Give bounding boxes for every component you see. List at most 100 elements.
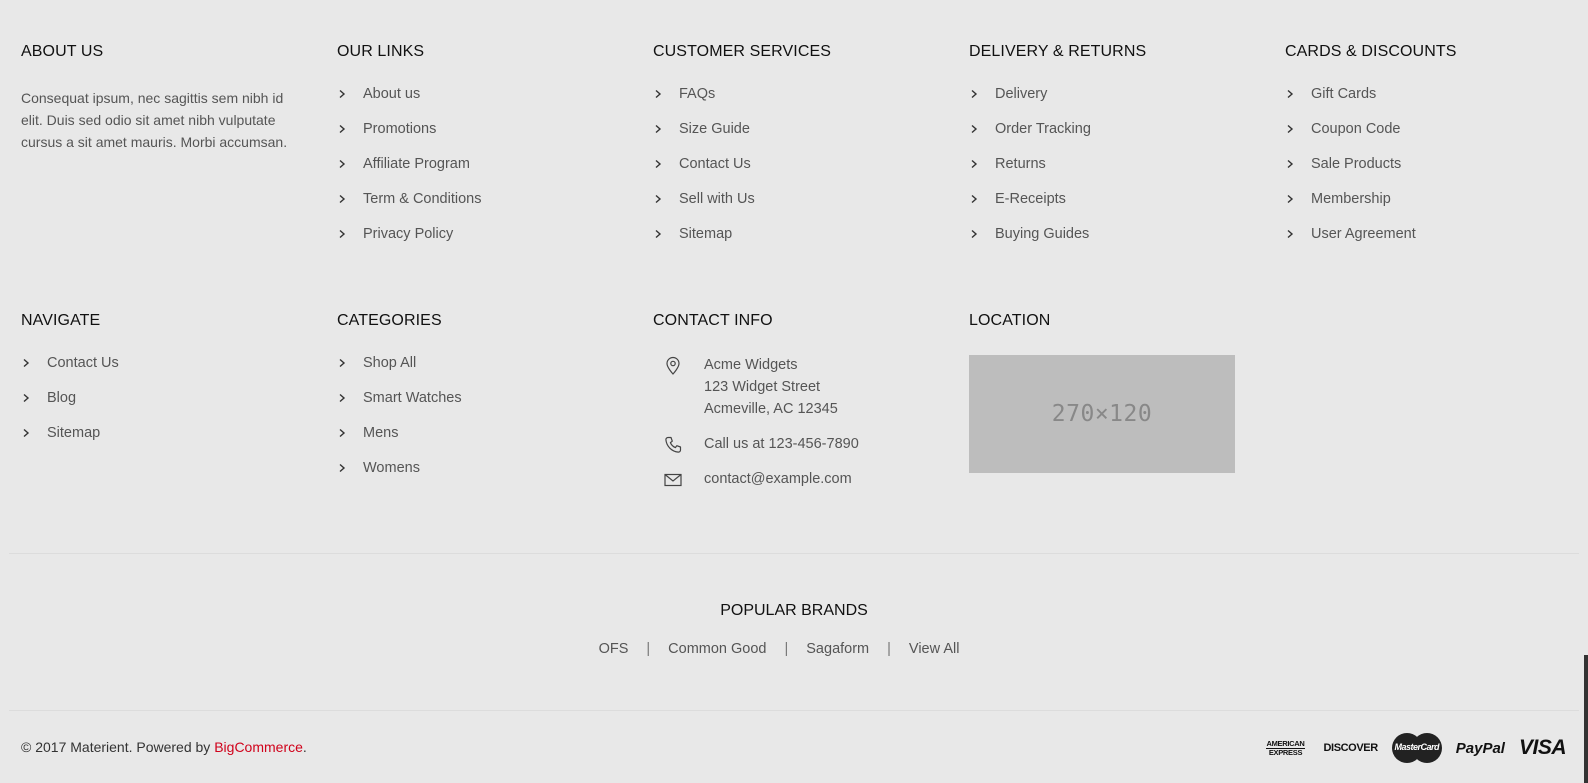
navigate-heading: NAVIGATE (21, 312, 101, 329)
categories-heading: CATEGORIES (337, 312, 442, 329)
chevron-right-icon (339, 358, 346, 368)
chevron-right-icon (1287, 194, 1294, 204)
brand-separator: | (887, 641, 891, 657)
link-sell-with-us[interactable]: Sell with Us (653, 190, 953, 225)
contact-info-section: CONTACT INFO Acme Widgets 123 Widget Str… (653, 311, 953, 490)
link-e-receipts[interactable]: E-Receipts (969, 190, 1269, 225)
link-faqs[interactable]: FAQs (653, 85, 953, 120)
navigate-section: NAVIGATE Contact Us Blog Sitemap (21, 311, 321, 459)
link-returns[interactable]: Returns (969, 155, 1269, 190)
mastercard-icon: MasterCard (1391, 732, 1442, 764)
location-heading: LOCATION (969, 312, 1051, 329)
brand-link-ofs[interactable]: OFS (599, 641, 629, 657)
link-navigate-blog[interactable]: Blog (21, 389, 321, 424)
contact-info-heading: CONTACT INFO (653, 312, 773, 329)
chevron-right-icon (339, 159, 346, 169)
link-contact-us[interactable]: Contact Us (653, 155, 953, 190)
categories-list: Shop All Smart Watches Mens Womens (337, 354, 637, 494)
link-privacy-policy[interactable]: Privacy Policy (337, 225, 637, 260)
link-delivery[interactable]: Delivery (969, 85, 1269, 120)
link-sale-products[interactable]: Sale Products (1285, 155, 1585, 190)
paypal-icon: PayPal (1455, 739, 1505, 757)
brand-separator: | (784, 641, 789, 657)
chevron-right-icon (339, 463, 346, 473)
chevron-right-icon (971, 159, 978, 169)
page-scrollbar-thumb[interactable] (1584, 655, 1588, 783)
chevron-right-icon (23, 393, 30, 403)
customer-services-section: CUSTOMER SERVICES FAQs Size Guide Contac… (653, 42, 953, 260)
chevron-right-icon (971, 89, 978, 99)
link-membership[interactable]: Membership (1285, 190, 1585, 225)
email-envelope-icon (664, 473, 682, 487)
chevron-right-icon (1287, 229, 1294, 239)
location-map-placeholder[interactable]: 270×120 (969, 355, 1235, 473)
our-links-section: OUR LINKS About us Promotions Affiliate … (337, 42, 637, 260)
email-text: contact@example.com (704, 471, 852, 487)
cards-discounts-list: Gift Cards Coupon Code Sale Products Mem… (1285, 85, 1585, 260)
location-pin-icon (666, 356, 680, 375)
bigcommerce-link[interactable]: BigCommerce (214, 739, 303, 755)
about-us-heading: ABOUT US (21, 43, 104, 60)
chevron-right-icon (339, 124, 346, 134)
link-sitemap[interactable]: Sitemap (653, 225, 953, 260)
visa-icon: VISA (1518, 736, 1567, 759)
address-line-2: 123 Widget Street (704, 379, 821, 395)
link-gift-cards[interactable]: Gift Cards (1285, 85, 1585, 120)
customer-services-list: FAQs Size Guide Contact Us Sell with Us … (653, 85, 953, 260)
link-smart-watches[interactable]: Smart Watches (337, 389, 637, 424)
chevron-right-icon (655, 124, 662, 134)
brand-link-common-good[interactable]: Common Good (668, 641, 766, 657)
our-links-heading: OUR LINKS (337, 43, 425, 60)
link-mens[interactable]: Mens (337, 424, 637, 459)
link-shop-all[interactable]: Shop All (337, 354, 637, 389)
link-womens[interactable]: Womens (337, 459, 637, 494)
chevron-right-icon (1287, 89, 1294, 99)
chevron-right-icon (655, 89, 662, 99)
chevron-right-icon (971, 194, 978, 204)
brand-link-sagaform[interactable]: Sagaform (806, 641, 869, 657)
brand-link-view-all[interactable]: View All (909, 641, 960, 657)
link-affiliate-program[interactable]: Affiliate Program (337, 155, 637, 190)
about-us-section: ABOUT US Consequat ipsum, nec sagittis s… (21, 42, 321, 153)
location-section: LOCATION (969, 311, 1269, 331)
about-us-text: Consequat ipsum, nec sagittis sem nibh i… (21, 90, 288, 150)
copyright-suffix: . (302, 739, 307, 755)
link-user-agreement[interactable]: User Agreement (1285, 225, 1585, 260)
chevron-right-icon (339, 428, 346, 438)
cards-discounts-heading: CARDS & DISCOUNTS (1285, 43, 1457, 60)
chevron-right-icon (1287, 159, 1294, 169)
link-order-tracking[interactable]: Order Tracking (969, 120, 1269, 155)
discover-icon: DISCOVER (1323, 742, 1379, 754)
link-navigate-contact-us[interactable]: Contact Us (21, 354, 321, 389)
link-navigate-sitemap[interactable]: Sitemap (21, 424, 321, 459)
footer-divider-bottom (9, 710, 1579, 711)
contact-phone[interactable]: Call us at 123-456-7890 (653, 433, 953, 455)
customer-services-heading: CUSTOMER SERVICES (653, 43, 832, 60)
chevron-right-icon (655, 229, 662, 239)
brand-separator: | (646, 641, 651, 657)
popular-brands-list: OFS | Common Good | Sagaform | View All (0, 640, 1558, 658)
cards-discounts-section: CARDS & DISCOUNTS Gift Cards Coupon Code… (1285, 42, 1585, 260)
link-size-guide[interactable]: Size Guide (653, 120, 953, 155)
chevron-right-icon (339, 194, 346, 204)
link-coupon-code[interactable]: Coupon Code (1285, 120, 1585, 155)
categories-section: CATEGORIES Shop All Smart Watches Mens W… (337, 311, 637, 494)
chevron-right-icon (971, 229, 978, 239)
chevron-right-icon (339, 229, 346, 239)
chevron-right-icon (655, 159, 662, 169)
delivery-returns-list: Delivery Order Tracking Returns E-Receip… (969, 85, 1269, 260)
link-promotions[interactable]: Promotions (337, 120, 637, 155)
chevron-right-icon (339, 393, 346, 403)
navigate-list: Contact Us Blog Sitemap (21, 354, 321, 459)
phone-icon (665, 436, 682, 453)
payment-methods: AMERICAN EXPRESS DISCOVER MasterCard Pay… (1262, 732, 1567, 764)
chevron-right-icon (23, 428, 30, 438)
delivery-returns-section: DELIVERY & RETURNS Delivery Order Tracki… (969, 42, 1269, 260)
link-about-us[interactable]: About us (337, 85, 637, 120)
link-terms-conditions[interactable]: Term & Conditions (337, 190, 637, 225)
copyright-prefix: © 2017 Materient. Powered by (21, 739, 215, 755)
link-buying-guides[interactable]: Buying Guides (969, 225, 1269, 260)
chevron-right-icon (971, 124, 978, 134)
contact-email[interactable]: contact@example.com (653, 468, 953, 490)
map-size-label: 270×120 (1051, 401, 1153, 427)
